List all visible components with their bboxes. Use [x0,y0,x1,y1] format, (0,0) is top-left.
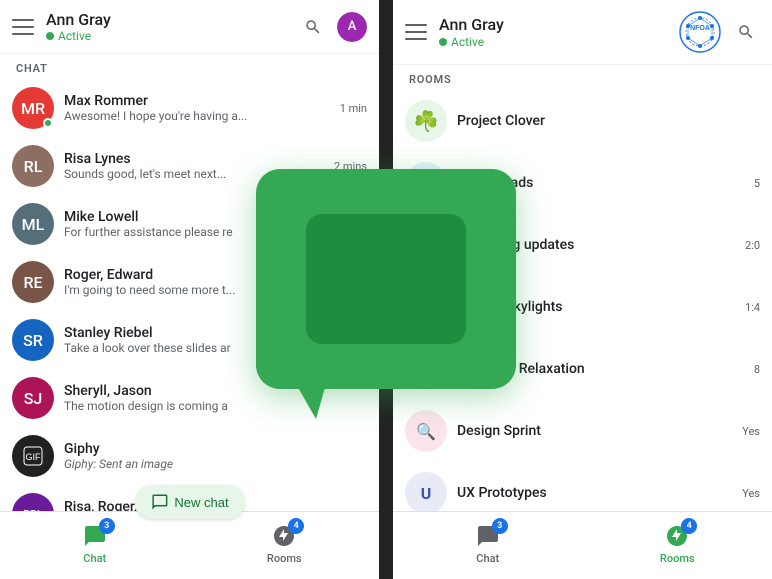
tab-rooms-badge-left: 4 [288,518,304,534]
room-icon-5: 🔍 [405,410,447,452]
left-bottom-bar: 3 Chat 4 Rooms [0,511,379,579]
left-active-status: Active [46,29,299,43]
room-time-5: Yes [742,425,760,438]
left-header-title: Ann Gray Active [46,10,299,43]
new-chat-label: New chat [174,495,228,510]
tab-chat-icon-wrap-right: 3 [474,522,502,550]
search-button-right[interactable] [732,18,760,46]
tab-rooms-label-right: Rooms [660,552,695,565]
tab-chat-badge-right: 3 [492,518,508,534]
avatar-wrap-4: SR [12,319,54,361]
avatar-wrap-5: SJ [12,377,54,419]
room-name-0: Project Clover [457,113,750,129]
chat-name-6: Giphy [64,441,357,457]
active-dot-left [46,32,54,40]
room-icon-6: U [405,472,447,511]
avatar-4: SR [12,319,54,361]
room-content-0: Project Clover [457,113,750,129]
chat-bubble-tail [296,384,326,419]
avatar-wrap-6: GIF [12,435,54,477]
avatar-wrap-0: MR [12,87,54,129]
avatar-6: GIF [12,435,54,477]
chat-bubble-outer [256,169,516,389]
chat-content-6: Giphy Giphy: Sent an image [64,441,357,471]
right-contact-name: Ann Gray [439,15,678,34]
right-header-title: Ann Gray Active [439,15,678,48]
avatar-7: RRL [12,493,54,511]
left-header-icons: A [299,12,367,42]
room-name-5: Design Sprint [457,423,732,439]
left-status-text: Active [58,29,91,43]
right-bottom-bar: 3 Chat 4 Rooms [393,511,772,579]
tab-chat-label-left: Chat [83,552,106,565]
left-header: Ann Gray Active A [0,0,379,54]
chat-time-0: 1 min [340,102,367,115]
user-avatar-left[interactable]: A [337,12,367,42]
right-header-icons: NFOA [678,10,760,54]
room-time-4: 8 [754,363,760,376]
tab-rooms-right[interactable]: 4 Rooms [583,516,772,571]
chat-name-1: Risa Lynes [64,151,324,167]
avatar-1: RL [12,145,54,187]
tab-rooms-icon-wrap-left: 4 [270,522,298,550]
menu-icon-right[interactable] [405,24,427,40]
new-chat-button[interactable]: New chat [134,485,244,519]
room-time-3: 1:4 [745,301,760,314]
room-item-design-sprint[interactable]: 🔍 Design Sprint Yes [393,400,772,462]
tab-chat-badge-left: 3 [99,518,115,534]
chat-section-label: CHAT [0,54,379,79]
chat-item-max-rommer[interactable]: MR Max Rommer Awesome! I hope you're hav… [0,79,379,137]
room-content-6: UX Prototypes [457,485,732,501]
chat-bubble-inner [306,214,466,344]
avatar-3: RE [12,261,54,303]
avatar-wrap-7: RRL [12,493,54,511]
room-time-6: Yes [742,487,760,500]
chat-preview-0: Awesome! I hope you're having a... [64,109,330,123]
right-active-status: Active [439,35,678,49]
right-header: Ann Gray Active NFOA [393,0,772,65]
avatar-wrap-3: RE [12,261,54,303]
tab-chat-right[interactable]: 3 Chat [393,516,583,571]
tab-chat-left[interactable]: 3 Chat [0,516,190,571]
avatar-wrap-1: RL [12,145,54,187]
online-dot-0 [43,118,53,128]
menu-icon-left[interactable] [12,19,34,35]
room-item-ux-prototypes[interactable]: U UX Prototypes Yes [393,462,772,511]
room-content-5: Design Sprint [457,423,732,439]
tab-rooms-label-left: Rooms [267,552,302,565]
tab-chat-icon-wrap-left: 3 [81,522,109,550]
nfoa-logo-svg: NFOA [678,10,722,54]
svg-text:NFOA: NFOA [690,25,710,32]
svg-text:GIF: GIF [26,452,42,462]
search-button-left[interactable] [299,13,327,41]
active-dot-right [439,38,447,46]
tab-rooms-left[interactable]: 4 Rooms [190,516,380,571]
room-item-project-clover[interactable]: ☘️ Project Clover [393,90,772,152]
tab-chat-label-right: Chat [476,552,499,565]
avatar-2: ML [12,203,54,245]
chat-preview-6: Giphy: Sent an image [64,457,357,471]
room-icon-0: ☘️ [405,100,447,142]
chat-item-giphy[interactable]: GIF Giphy Giphy: Sent an image [0,427,379,485]
tab-rooms-badge-right: 4 [681,518,697,534]
rooms-section-label: ROOMS [393,65,772,90]
nfoa-logo: NFOA [678,10,722,54]
room-time-2: 2:0 [745,239,760,252]
avatar-wrap-2: ML [12,203,54,245]
room-name-6: UX Prototypes [457,485,732,501]
left-contact-name: Ann Gray [46,10,299,29]
avatar-circle-left: A [337,12,367,42]
tab-rooms-icon-wrap-right: 4 [663,522,691,550]
avatar-5: SJ [12,377,54,419]
right-status-text: Active [451,35,484,49]
chat-content-0: Max Rommer Awesome! I hope you're having… [64,93,330,123]
bubble-overlay [256,169,516,389]
chat-name-0: Max Rommer [64,93,330,109]
room-time-1: 5 [754,177,760,190]
